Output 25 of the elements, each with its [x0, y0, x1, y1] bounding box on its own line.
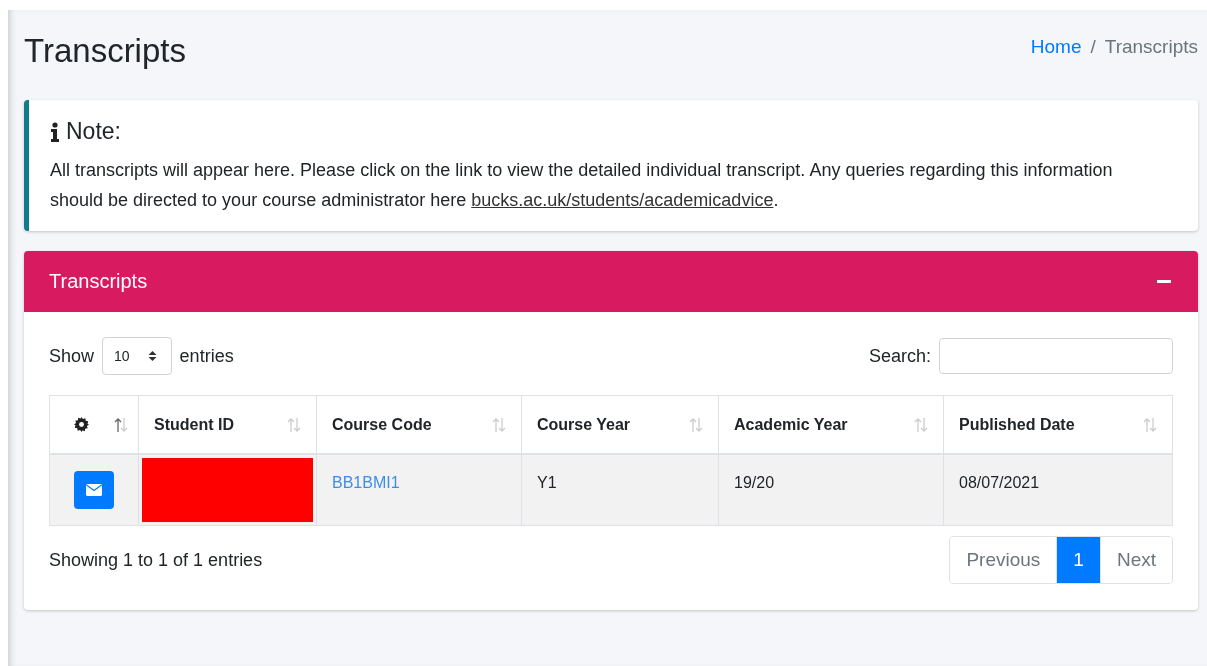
entries-label: entries	[179, 345, 234, 367]
search-field[interactable]	[939, 338, 1173, 374]
table-cell: Y1	[537, 474, 557, 492]
pagination-button[interactable]: Next	[1099, 537, 1172, 583]
search-label: Search:	[868, 345, 931, 367]
breadcrumb-link[interactable]: Home	[1030, 36, 1082, 58]
table-cell: 19/20	[734, 474, 775, 492]
envelope-icon	[86, 484, 102, 496]
table-info: Showing 1 to 1 of 1 entries	[49, 549, 263, 571]
breadcrumb-separator: /	[1090, 36, 1096, 58]
advice-link[interactable]: bucks.ac.uk/students/academicadvice	[471, 190, 774, 210]
note-title: Note:	[66, 118, 121, 145]
settings-icon	[74, 417, 89, 432]
minus-icon	[1157, 279, 1171, 284]
card-title: Transcripts	[49, 270, 148, 293]
updown-caret-icon	[147, 350, 157, 362]
table-cell: 08/07/2021	[959, 474, 1040, 492]
show-label: Show	[49, 345, 95, 367]
pagination-button[interactable]: 1	[1056, 537, 1100, 583]
info-icon	[50, 121, 60, 142]
breadcrumb-current: Transcripts	[1104, 36, 1198, 58]
entries-select[interactable]: 10	[102, 337, 172, 375]
note-text: All transcripts will appear here. Please click on the link to view the detailed individual transcript. Any queries regarding this information should be directed to your course administrator here bucks.ac.uk/students/academicadvice.	[50, 159, 1114, 212]
page-title: Transcripts	[24, 32, 186, 70]
email-button[interactable]	[74, 471, 114, 509]
